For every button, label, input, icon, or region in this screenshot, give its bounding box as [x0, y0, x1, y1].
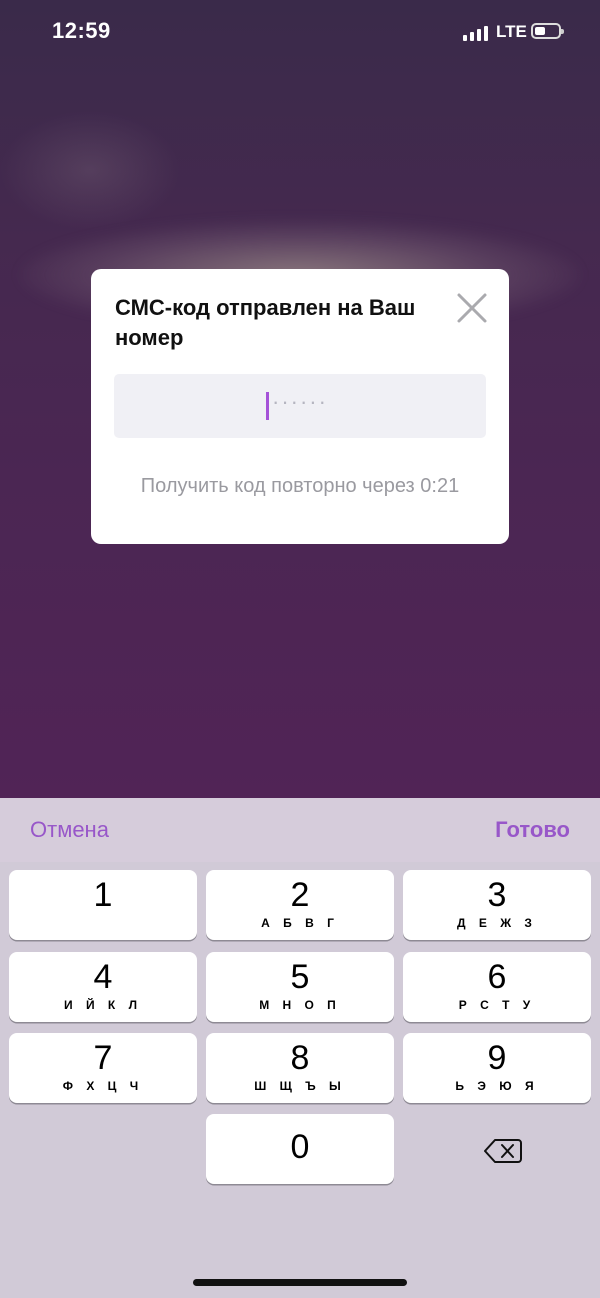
sms-code-input[interactable]: ······ — [114, 374, 486, 438]
text-caret — [266, 392, 269, 420]
key-letters: И Й К Л — [64, 998, 142, 1012]
key-digit: 0 — [290, 1128, 310, 1166]
key-6[interactable]: 6 Р С Т У — [403, 952, 591, 1022]
key-digit: 2 — [290, 876, 310, 914]
key-digit: 5 — [290, 958, 310, 996]
key-digit: 6 — [487, 958, 507, 996]
key-letters: Ф Х Ц Ч — [62, 1079, 144, 1093]
backspace-icon[interactable] — [403, 1116, 591, 1186]
key-9[interactable]: 9 Ь Э Ю Я — [403, 1033, 591, 1103]
resend-countdown: Получить код повторно через 0:21 — [140, 475, 460, 497]
status-time: 12:59 — [52, 18, 111, 43]
keyboard-toolbar: Отмена Готово — [0, 798, 600, 863]
key-8[interactable]: 8 Ш Щ Ъ Ы — [206, 1033, 394, 1103]
key-2[interactable]: 2 А Б В Г — [206, 870, 394, 940]
key-7[interactable]: 7 Ф Х Ц Ч — [9, 1033, 197, 1103]
cancel-button[interactable]: Отмена — [30, 817, 109, 843]
battery-icon — [531, 23, 564, 39]
key-letters: Ь Э Ю Я — [455, 1079, 539, 1093]
done-button[interactable]: Готово — [495, 817, 570, 843]
network-type: LTE — [496, 22, 527, 41]
dialog-title: СМС-код отправлен на Ваш номер — [115, 295, 416, 350]
key-4[interactable]: 4 И Й К Л — [9, 952, 197, 1022]
key-digit: 3 — [487, 876, 507, 914]
key-0[interactable]: 0 — [206, 1114, 394, 1184]
key-letters: Р С Т У — [458, 998, 536, 1012]
key-1[interactable]: 1 — [9, 870, 197, 940]
status-bar: 12:59 LTE — [0, 0, 600, 66]
numeric-keyboard: Отмена Готово 1 2 А Б В Г 3 Д Е Ж З 4 И … — [0, 798, 600, 1298]
key-letters: М Н О П — [259, 998, 341, 1012]
key-digit: 8 — [290, 1039, 310, 1077]
key-letters: Ш Щ Ъ Ы — [254, 1079, 346, 1093]
key-letters: А Б В Г — [261, 916, 339, 930]
background-glow — [0, 110, 180, 230]
home-indicator[interactable] — [193, 1279, 407, 1286]
key-5[interactable]: 5 М Н О П — [206, 952, 394, 1022]
key-3[interactable]: 3 Д Е Ж З — [403, 870, 591, 940]
close-icon[interactable] — [455, 291, 489, 325]
sms-code-dialog: СМС-код отправлен на Ваш номер ······ По… — [91, 269, 509, 544]
key-letters: Д Е Ж З — [457, 916, 537, 930]
signal-icon — [463, 25, 491, 41]
keypad: 1 2 А Б В Г 3 Д Е Ж З 4 И Й К Л 5 М Н О … — [0, 862, 600, 1298]
key-digit: 1 — [93, 876, 113, 914]
key-digit: 4 — [93, 958, 113, 996]
key-digit: 7 — [93, 1039, 113, 1077]
code-placeholder: ······ — [272, 389, 328, 414]
key-digit: 9 — [487, 1039, 507, 1077]
